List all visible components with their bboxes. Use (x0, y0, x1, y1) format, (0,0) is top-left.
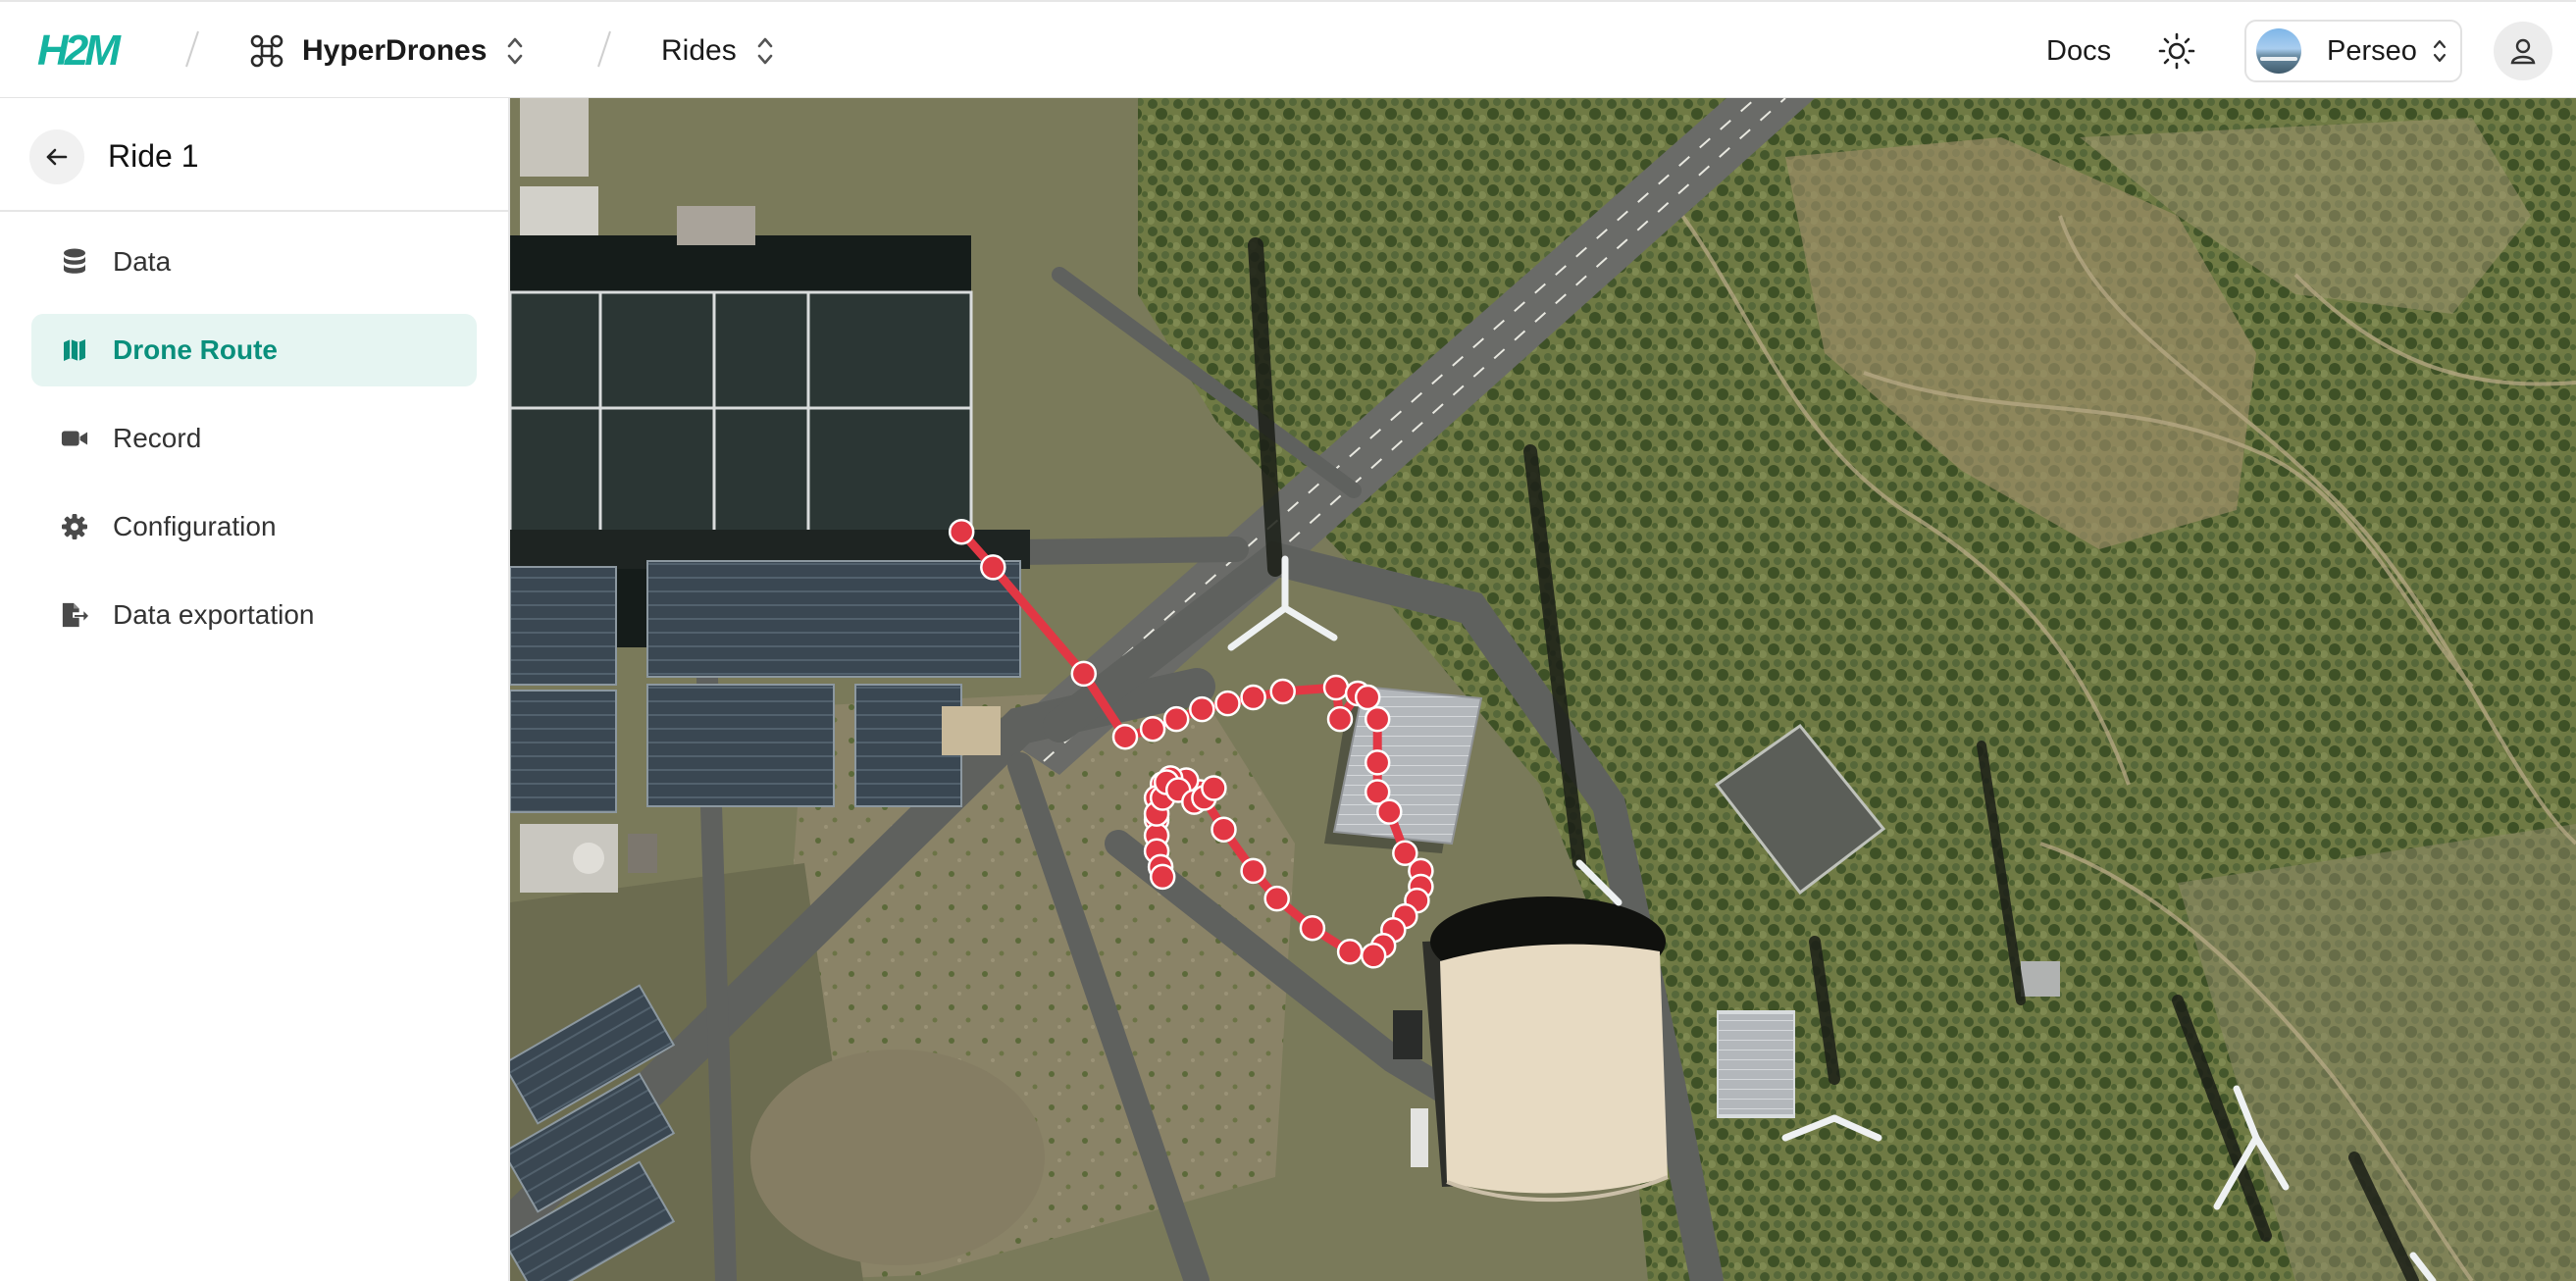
drone-icon (250, 34, 283, 68)
project-selector[interactable]: Perseo (2244, 20, 2462, 82)
project-label: Perseo (2327, 34, 2417, 67)
breadcrumb-separator (597, 30, 611, 68)
sidebar-item-label: Record (113, 423, 202, 453)
route-waypoint[interactable] (1070, 660, 1098, 688)
file-export-icon (61, 601, 88, 629)
section-selector[interactable]: Rides (661, 26, 776, 77)
chevron-up-down-icon (757, 37, 773, 65)
route-waypoint[interactable] (1189, 695, 1215, 723)
quarry (750, 1050, 1045, 1265)
route-waypoint[interactable] (1364, 705, 1391, 733)
satellite-map[interactable] (510, 98, 2576, 1281)
sidebar-item-label: Drone Route (113, 334, 278, 365)
sidebar-item-label: Data (113, 246, 172, 277)
project-avatar (2256, 28, 2301, 74)
route-waypoint[interactable] (1336, 939, 1364, 965)
solar-panels (510, 290, 973, 539)
sidebar-item-label: Data exportation (113, 599, 315, 630)
route-waypoint[interactable] (1214, 690, 1241, 717)
sidebar-item-record[interactable]: Record (31, 402, 477, 475)
route-waypoint[interactable] (1240, 684, 1266, 711)
map-icon (61, 336, 88, 364)
route-waypoint[interactable] (1240, 857, 1266, 885)
docs-link[interactable]: Docs (2046, 26, 2111, 77)
route-waypoint[interactable] (1299, 914, 1326, 942)
route-waypoint[interactable] (1326, 705, 1354, 733)
top-bar: H2M HyperDrones Rides Docs Perseo (0, 0, 2576, 98)
route-waypoint[interactable] (1139, 715, 1166, 743)
hangar-building (1422, 897, 1669, 1203)
sidebar-nav: Data Drone Route Record Configuration Da… (31, 226, 477, 667)
map-view[interactable] (510, 98, 2576, 1281)
breadcrumb-separator (185, 30, 199, 68)
route-waypoint[interactable] (1201, 775, 1227, 801)
sun-icon (2158, 32, 2195, 70)
back-button[interactable] (29, 129, 84, 184)
sidebar: Ride 1 Data Drone Route Record Configura… (0, 98, 510, 1281)
sidebar-item-configuration[interactable]: Configuration (31, 490, 477, 563)
user-menu-button[interactable] (2494, 22, 2552, 80)
route-waypoint[interactable] (1354, 684, 1381, 711)
route-waypoint[interactable] (1162, 705, 1190, 733)
video-camera-icon (61, 425, 88, 452)
database-icon (61, 248, 88, 276)
route-waypoint[interactable] (1149, 863, 1176, 891)
route-waypoint[interactable] (1211, 816, 1237, 843)
route-waypoint[interactable] (1360, 943, 1387, 969)
gear-icon (61, 513, 88, 540)
sidebar-item-label: Configuration (113, 511, 277, 541)
logo-text: H2M (37, 27, 122, 73)
sidebar-item-data[interactable]: Data (31, 226, 477, 298)
org-selector[interactable]: HyperDrones (249, 26, 526, 77)
arrow-left-icon (46, 148, 68, 166)
route-waypoint[interactable] (1269, 678, 1296, 705)
route-waypoint[interactable] (1322, 674, 1350, 701)
sidebar-header: Ride 1 (0, 98, 508, 212)
chevron-up-down-icon (508, 37, 523, 65)
route-waypoint[interactable] (1376, 798, 1403, 825)
section-label: Rides (661, 34, 737, 67)
org-label: HyperDrones (302, 34, 488, 67)
page-title: Ride 1 (108, 138, 199, 174)
chevron-up-down-icon (2433, 40, 2446, 62)
sidebar-item-data-exportation[interactable]: Data exportation (31, 579, 477, 651)
theme-toggle-button[interactable] (2154, 28, 2199, 74)
route-waypoint[interactable] (980, 554, 1006, 581)
sidebar-item-drone-route[interactable]: Drone Route (31, 314, 477, 386)
route-waypoint[interactable] (1364, 749, 1391, 776)
h2m-logo[interactable]: H2M (37, 27, 147, 73)
user-icon (2510, 38, 2536, 65)
route-waypoint[interactable] (1111, 723, 1139, 750)
route-waypoint[interactable] (1263, 885, 1290, 912)
route-waypoint[interactable] (948, 518, 975, 545)
